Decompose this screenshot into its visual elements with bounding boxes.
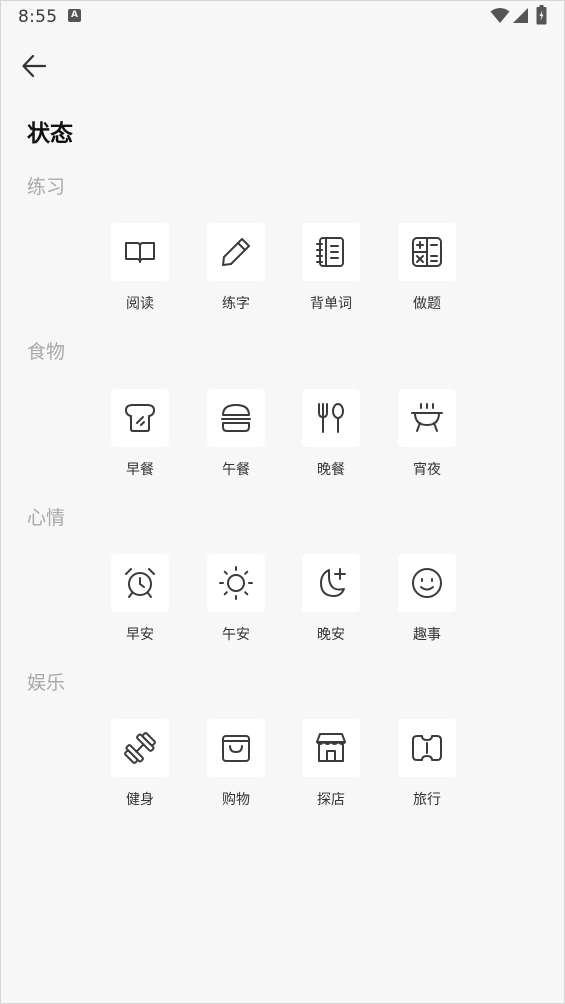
burger-icon xyxy=(221,404,251,432)
storefront-icon xyxy=(316,733,346,762)
tile-icon-box xyxy=(302,223,360,281)
tile-travel[interactable]: 旅行 xyxy=(398,719,456,815)
tile-late-snack[interactable]: 宵夜 xyxy=(398,389,456,485)
tile-label: 探店 xyxy=(317,792,345,808)
tile-label: 早餐 xyxy=(126,462,154,478)
tile-icon-box xyxy=(302,389,360,447)
tile-fun-stuff[interactable]: 趣事 xyxy=(398,554,456,650)
tile-icon-box xyxy=(111,389,169,447)
arrow-left-icon xyxy=(22,54,47,78)
tile-label: 宵夜 xyxy=(413,462,441,478)
grid-mood: 早安 午安 晚安 趣事 xyxy=(111,554,461,650)
tile-read[interactable]: 阅读 xyxy=(111,223,169,319)
status-time: 8:55 xyxy=(18,7,58,27)
calculator-icon xyxy=(412,237,442,267)
tile-label: 练字 xyxy=(222,296,250,312)
tile-vocabulary[interactable]: 背单词 xyxy=(302,223,360,319)
smiley-icon xyxy=(412,568,442,598)
tile-icon-box xyxy=(398,719,456,777)
signal-icon xyxy=(513,8,528,23)
tile-icon-box xyxy=(111,719,169,777)
tile-label: 午餐 xyxy=(222,462,250,478)
tile-good-morning[interactable]: 早安 xyxy=(111,554,169,650)
tile-icon-box xyxy=(398,554,456,612)
tile-lunch[interactable]: 午餐 xyxy=(207,389,265,485)
grill-icon xyxy=(411,403,443,432)
page-title: 状态 xyxy=(27,121,73,147)
tile-shopping[interactable]: 购物 xyxy=(207,719,265,815)
tile-label: 午安 xyxy=(222,627,250,643)
tile-icon-box xyxy=(207,554,265,612)
tile-icon-box xyxy=(207,389,265,447)
tile-icon-box xyxy=(302,719,360,777)
dumbbell-icon xyxy=(124,732,156,764)
grid-practice: 阅读 练字 背单词 做题 xyxy=(111,223,461,319)
tile-icon-box xyxy=(207,223,265,281)
tile-calligraphy[interactable]: 练字 xyxy=(207,223,265,319)
back-button[interactable] xyxy=(17,49,51,83)
notebook-icon xyxy=(316,237,344,267)
tile-icon-box xyxy=(302,554,360,612)
tile-good-afternoon[interactable]: 午安 xyxy=(207,554,265,650)
status-bar: 8:55 A xyxy=(1,1,564,33)
screen: 8:55 A 状态 练习 阅读 练字 背单词 做题 食物 早餐 午餐 晚餐 宵夜… xyxy=(0,0,565,1004)
tile-dinner[interactable]: 晚餐 xyxy=(302,389,360,485)
tile-icon-box xyxy=(111,554,169,612)
tile-label: 趣事 xyxy=(413,627,441,643)
toast-icon xyxy=(125,404,155,432)
fork-spoon-icon xyxy=(318,403,344,433)
sun-icon xyxy=(219,566,253,600)
section-title-mood: 心情 xyxy=(27,507,66,529)
pencil-icon xyxy=(222,238,250,266)
tile-icon-box xyxy=(111,223,169,281)
tile-label: 做题 xyxy=(413,296,441,312)
section-title-entertainment: 娱乐 xyxy=(27,672,66,694)
ticket-icon xyxy=(412,735,442,761)
tile-label: 早安 xyxy=(126,627,154,643)
tile-label: 晚安 xyxy=(317,627,345,643)
section-title-food: 食物 xyxy=(27,341,66,363)
tile-breakfast[interactable]: 早餐 xyxy=(111,389,169,485)
tile-label: 购物 xyxy=(222,792,250,808)
shopping-bag-icon xyxy=(222,735,250,762)
notification-icon: A xyxy=(68,9,81,22)
tile-label: 健身 xyxy=(126,792,154,808)
grid-food: 早餐 午餐 晚餐 宵夜 xyxy=(111,389,461,485)
battery-icon xyxy=(536,5,547,25)
tile-label: 旅行 xyxy=(413,792,441,808)
wifi-icon xyxy=(490,8,510,23)
tile-good-night[interactable]: 晚安 xyxy=(302,554,360,650)
tile-label: 背单词 xyxy=(310,296,352,312)
tile-icon-box xyxy=(398,223,456,281)
tile-label: 阅读 xyxy=(126,296,154,312)
book-icon xyxy=(125,242,155,263)
tile-store-visit[interactable]: 探店 xyxy=(302,719,360,815)
tile-exercises[interactable]: 做题 xyxy=(398,223,456,319)
tile-icon-box xyxy=(207,719,265,777)
section-title-practice: 练习 xyxy=(27,176,66,198)
alarm-clock-icon xyxy=(125,568,155,598)
grid-entertainment: 健身 购物 探店 旅行 xyxy=(111,719,461,815)
tile-icon-box xyxy=(398,389,456,447)
tile-fitness[interactable]: 健身 xyxy=(111,719,169,815)
tile-label: 晚餐 xyxy=(317,462,345,478)
moon-icon xyxy=(320,568,346,597)
